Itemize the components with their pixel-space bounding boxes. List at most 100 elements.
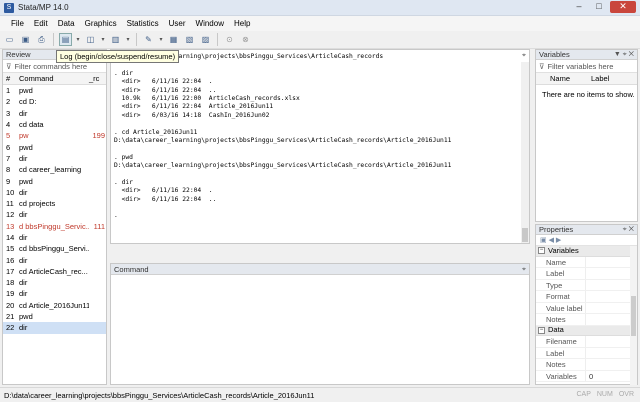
properties-row[interactable]: Value label: [536, 302, 637, 314]
review-row[interactable]: 22 dir: [3, 322, 106, 334]
variables-pane: Variables ▼ ⌖ ✕ ⊽ Filter variables here …: [535, 49, 638, 222]
maximize-button[interactable]: □: [590, 1, 608, 13]
properties-row[interactable]: Notes: [536, 314, 637, 326]
save-icon[interactable]: ▣: [19, 33, 32, 46]
properties-scrollbar-thumb[interactable]: [631, 296, 636, 336]
review-row[interactable]: 20 cd Article_2016Jun11: [3, 300, 106, 311]
column-label[interactable]: Label: [591, 74, 609, 83]
do-file-dropdown-icon[interactable]: ▾: [158, 33, 164, 46]
review-row-number: 10: [6, 187, 15, 197]
pane-controls-icon[interactable]: ⌖ ✕: [623, 225, 634, 235]
properties-section[interactable]: − Data: [536, 325, 637, 336]
review-row[interactable]: 18 dir: [3, 277, 106, 288]
review-row[interactable]: 17 cd ArticleCash_rec...: [3, 266, 106, 277]
menu-user[interactable]: User: [164, 19, 191, 28]
column-rc[interactable]: _rc: [89, 74, 105, 83]
review-row[interactable]: 8 cd career_learning: [3, 164, 106, 175]
log-dropdown-icon[interactable]: ▾: [75, 33, 81, 46]
properties-scrollbar[interactable]: [630, 246, 637, 385]
review-row[interactable]: 4 cd data: [3, 119, 106, 130]
column-name[interactable]: Name: [536, 74, 591, 83]
review-row[interactable]: 1 pwd: [3, 85, 106, 96]
variables-filter[interactable]: ⊽ Filter variables here: [536, 60, 637, 73]
toolbar: ▭ ▣ ⎙ ▤ ▾ ◫ ▾ ▥ ▾ ✎ ▾ ▦ ▧ ▨ ⊙ ⊗: [0, 31, 640, 49]
column-command[interactable]: Command: [19, 74, 89, 83]
title-bar: S Stata/MP 14.0 – □ ✕: [0, 0, 640, 16]
review-row[interactable]: 10 dir: [3, 187, 106, 198]
review-row[interactable]: 14 dir: [3, 232, 106, 243]
stata-app-icon: S: [4, 2, 14, 13]
review-row[interactable]: 15 cd bbsPinggu_Servi...: [3, 243, 106, 254]
properties-row[interactable]: Label: [536, 268, 637, 280]
collapse-icon[interactable]: −: [538, 326, 545, 334]
properties-row[interactable]: Variables 0: [536, 370, 637, 382]
command-title: Command: [114, 265, 149, 274]
review-row[interactable]: 12 dir: [3, 209, 106, 220]
forward-arrow-icon[interactable]: ▶: [556, 237, 561, 244]
results-line: D:\data\career_learning\projects\bbsPing…: [114, 136, 452, 144]
results-line: <dir> 6/11/16 22:04 .: [114, 78, 213, 86]
review-pane: Review ⊽ Filter commands here # Command …: [2, 49, 107, 385]
menu-file[interactable]: File: [6, 19, 29, 28]
column-num[interactable]: #: [3, 74, 19, 83]
review-row-command: dir: [19, 278, 28, 288]
minimize-button[interactable]: –: [570, 1, 588, 13]
menu-data[interactable]: Data: [53, 19, 80, 28]
graph-dropdown-icon[interactable]: ▾: [125, 33, 131, 46]
collapse-icon[interactable]: −: [538, 247, 545, 255]
lock-icon[interactable]: ▣: [540, 237, 547, 244]
review-row[interactable]: 7 dir: [3, 153, 106, 164]
variables-filter-input[interactable]: Filter variables here: [548, 62, 614, 71]
window-controls: – □ ✕: [570, 1, 636, 13]
results-line: . dir: [114, 69, 133, 77]
review-row-number: 3: [6, 108, 11, 118]
viewer-dropdown-icon[interactable]: ▾: [100, 33, 106, 46]
properties-row[interactable]: Name: [536, 256, 637, 268]
log-icon[interactable]: ▤: [59, 33, 72, 46]
review-row-command: cd Article_2016Jun11: [19, 300, 89, 310]
review-row[interactable]: 21 pwd: [3, 311, 106, 322]
break-icon[interactable]: ⊗: [239, 33, 252, 46]
properties-section[interactable]: − Variables: [536, 246, 637, 257]
results-line: <dir> 6/11/16 22:04 Article_2016Jun11: [114, 103, 274, 111]
properties-row[interactable]: Label: [536, 347, 637, 359]
menu-edit[interactable]: Edit: [29, 19, 53, 28]
data-editor-icon[interactable]: ▦: [167, 33, 180, 46]
print-icon[interactable]: ⎙: [35, 33, 48, 46]
do-file-editor-icon[interactable]: ✎: [142, 33, 155, 46]
pin-icon[interactable]: ⌖: [522, 52, 526, 60]
results-scrollbar[interactable]: [521, 62, 529, 243]
menu-help[interactable]: Help: [229, 19, 255, 28]
menu-statistics[interactable]: Statistics: [122, 19, 164, 28]
command-pane[interactable]: Command ⌖: [110, 263, 530, 385]
review-row[interactable]: 3 dir: [3, 108, 106, 119]
more-icon[interactable]: ⊙: [223, 33, 236, 46]
review-row[interactable]: 13 d bbsPinggu_Servic... 111: [3, 221, 106, 232]
menu-window[interactable]: Window: [191, 19, 229, 28]
review-row-number: 17: [6, 266, 15, 276]
graph-icon[interactable]: ▥: [109, 33, 122, 46]
review-row[interactable]: 9 pwd: [3, 175, 106, 186]
review-row[interactable]: 2 cd D:: [3, 96, 106, 107]
variables-manager-icon[interactable]: ▨: [199, 33, 212, 46]
review-row[interactable]: 19 dir: [3, 288, 106, 299]
properties-row[interactable]: Notes: [536, 359, 637, 371]
review-row[interactable]: 11 cd projects: [3, 198, 106, 209]
variables-title: Variables: [539, 50, 570, 59]
close-button[interactable]: ✕: [610, 1, 636, 13]
pin-icon[interactable]: ⌖: [522, 264, 526, 275]
menu-graphics[interactable]: Graphics: [80, 19, 122, 28]
review-row[interactable]: 6 pwd: [3, 141, 106, 152]
properties-row[interactable]: Type: [536, 279, 637, 291]
back-arrow-icon[interactable]: ◀: [549, 237, 554, 244]
viewer-icon[interactable]: ◫: [84, 33, 97, 46]
open-icon[interactable]: ▭: [3, 33, 16, 46]
pane-controls-icon[interactable]: ▼ ⌖ ✕: [614, 50, 634, 60]
window-title: Stata/MP 14.0: [18, 3, 69, 12]
review-row[interactable]: 5 pw 199: [3, 130, 106, 141]
properties-row[interactable]: Filename: [536, 336, 637, 348]
results-scrollbar-thumb[interactable]: [522, 228, 528, 242]
review-row[interactable]: 16 dir: [3, 254, 106, 265]
properties-row[interactable]: Format: [536, 291, 637, 303]
data-browser-icon[interactable]: ▧: [183, 33, 196, 46]
